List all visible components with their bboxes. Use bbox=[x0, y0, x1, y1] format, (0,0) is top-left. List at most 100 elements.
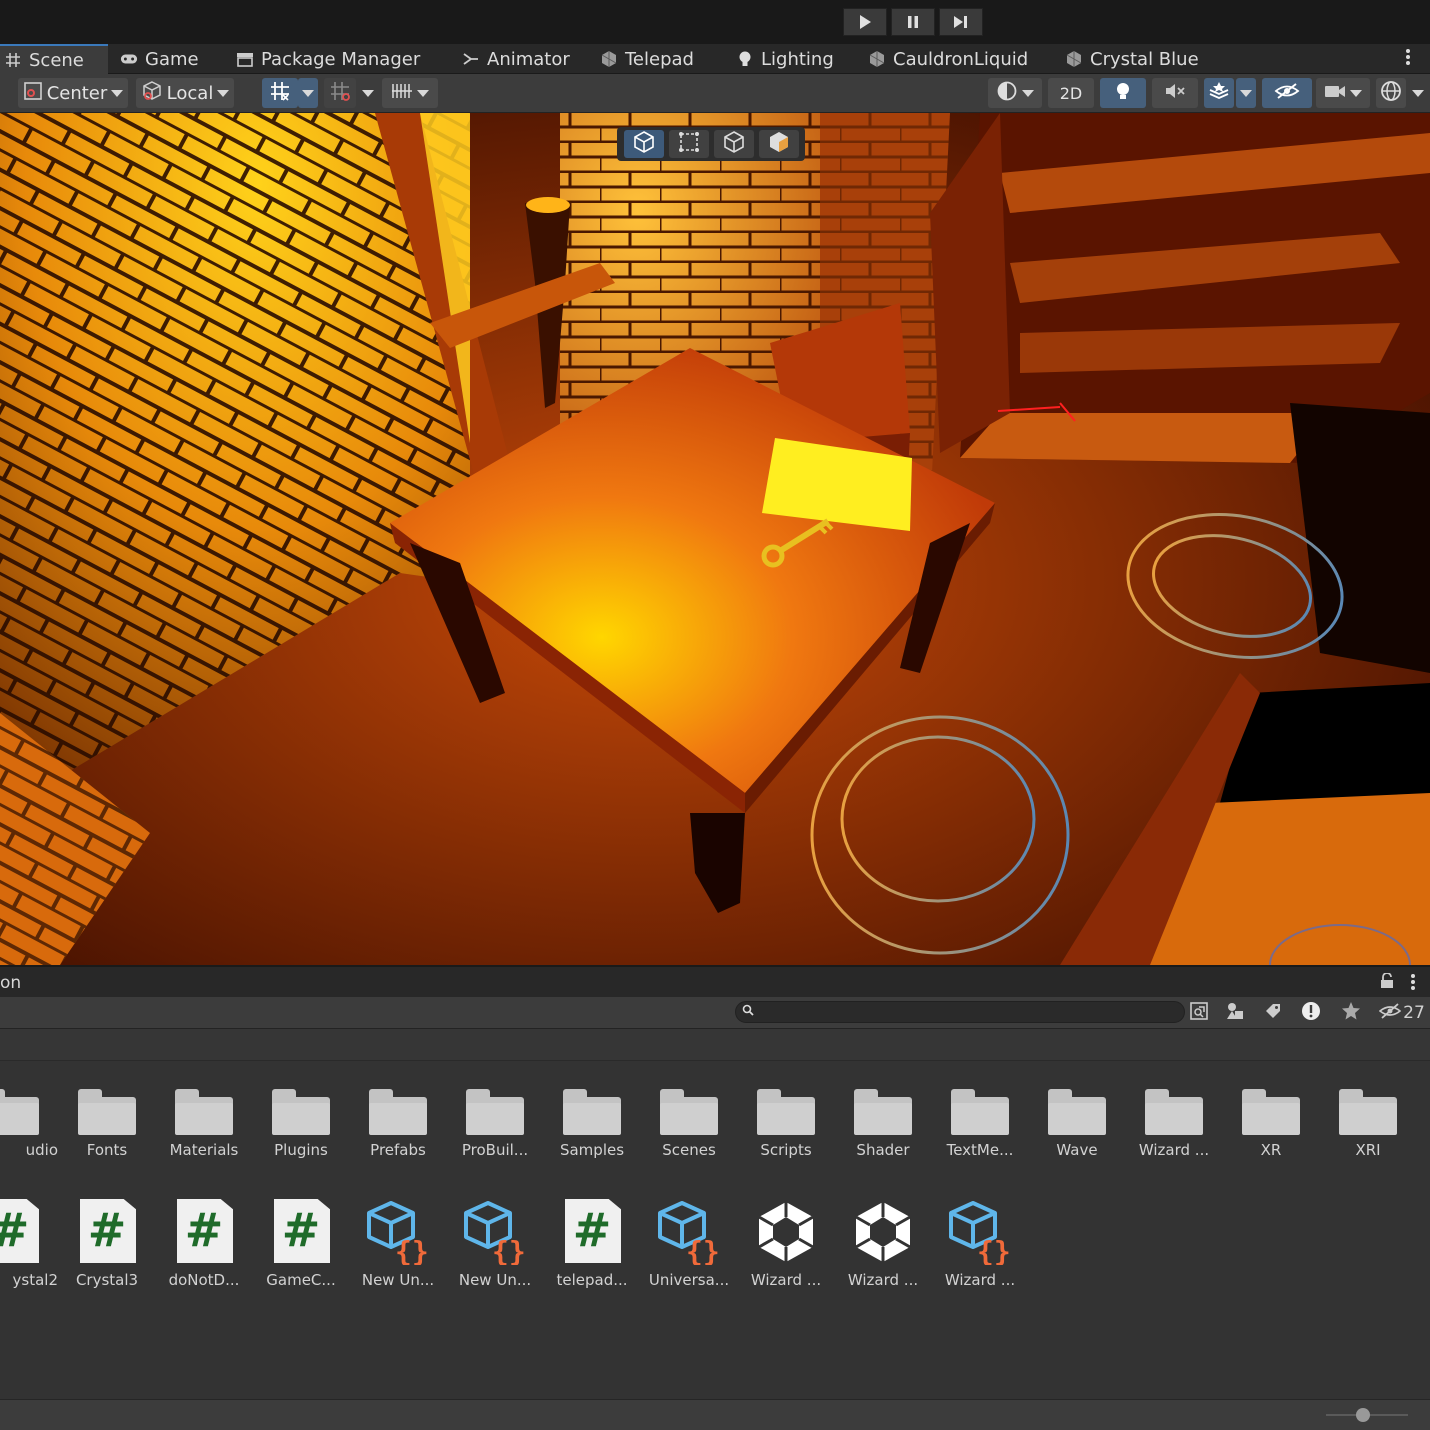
mode-2d-toggle[interactable]: 2D bbox=[1048, 78, 1094, 108]
asset-script[interactable]: # telepad... bbox=[544, 1199, 640, 1289]
search-input[interactable] bbox=[735, 1001, 1185, 1023]
kebab-icon[interactable] bbox=[1410, 973, 1416, 995]
asset-folder[interactable]: Shader bbox=[835, 1089, 931, 1159]
play-button[interactable] bbox=[843, 8, 887, 36]
tab-telepad[interactable]: Telepad bbox=[600, 44, 694, 74]
ruler-dropdown[interactable] bbox=[382, 78, 438, 108]
asset-folder[interactable]: Samples bbox=[544, 1089, 640, 1159]
asset-folder[interactable]: XR bbox=[1223, 1089, 1319, 1159]
effects-dropdown[interactable] bbox=[1236, 78, 1256, 108]
asset-folder[interactable]: TextMe... bbox=[932, 1089, 1028, 1159]
scene-visibility-toggle[interactable] bbox=[1262, 78, 1312, 108]
asset-label: Crystal3 bbox=[75, 1271, 139, 1289]
folder-icon bbox=[0, 1089, 39, 1135]
space-dropdown[interactable]: Local bbox=[136, 78, 234, 108]
filter-errors-button[interactable] bbox=[1294, 999, 1328, 1027]
increment-snap-toggle[interactable] bbox=[324, 78, 356, 108]
asset-folder[interactable]: XRI bbox=[1320, 1089, 1416, 1159]
step-button[interactable] bbox=[939, 8, 983, 36]
asset-label: Scenes bbox=[662, 1141, 716, 1159]
tab-label: Game bbox=[145, 48, 199, 70]
asset-script[interactable]: # ystal2 bbox=[0, 1199, 58, 1289]
asset-folder[interactable]: Fonts bbox=[59, 1089, 155, 1159]
chevron-down-icon bbox=[302, 89, 314, 97]
tab-label: Telepad bbox=[625, 48, 694, 70]
space-label: Local bbox=[166, 82, 214, 104]
tab-cauldron-liquid[interactable]: CauldronLiquid bbox=[868, 44, 1028, 74]
pause-icon bbox=[908, 16, 918, 28]
asset-folder[interactable]: Prefabs bbox=[350, 1089, 446, 1159]
filter-type-button[interactable] bbox=[1218, 999, 1252, 1027]
rect-tool-button[interactable] bbox=[668, 130, 709, 158]
transform-tool-button[interactable] bbox=[713, 130, 754, 158]
effects-toggle[interactable] bbox=[1204, 78, 1234, 108]
hidden-packages-toggle[interactable]: 27 bbox=[1376, 999, 1428, 1027]
asset-asmdef[interactable]: {} New Un... bbox=[350, 1199, 446, 1289]
asset-folder[interactable]: Scripts bbox=[738, 1089, 834, 1159]
pivot-dropdown[interactable]: Center bbox=[18, 78, 128, 108]
filter-label-button[interactable] bbox=[1256, 999, 1290, 1027]
svg-text:{}: {} bbox=[395, 1235, 429, 1265]
tab-game[interactable]: Game bbox=[120, 44, 199, 74]
audio-toggle[interactable] bbox=[1152, 78, 1198, 108]
scene-lighting-toggle[interactable] bbox=[1100, 78, 1146, 108]
asset-label: doNotD... bbox=[168, 1271, 240, 1289]
custom-tool-button[interactable] bbox=[758, 130, 799, 158]
asset-script[interactable]: # Crystal3 bbox=[59, 1199, 155, 1289]
csharp-script-icon: # bbox=[563, 1199, 621, 1265]
asset-unity-scene[interactable]: Wizard ... bbox=[738, 1199, 834, 1289]
folder-icon bbox=[854, 1089, 912, 1135]
animator-icon bbox=[462, 50, 480, 68]
camera-dropdown[interactable] bbox=[1316, 78, 1370, 108]
asset-folder[interactable]: Wizard ... bbox=[1126, 1089, 1222, 1159]
asset-folder[interactable]: Materials bbox=[156, 1089, 252, 1159]
grid-snap-dropdown[interactable] bbox=[298, 78, 318, 108]
asset-label: TextMe... bbox=[946, 1141, 1014, 1159]
project-window-header: on bbox=[0, 965, 1430, 997]
grid-snap-toggle[interactable] bbox=[262, 78, 298, 108]
scene-toolbar: Center Local 2D bbox=[0, 74, 1430, 113]
favorites-button[interactable] bbox=[1334, 999, 1368, 1027]
icon-size-slider-handle[interactable] bbox=[1356, 1408, 1370, 1422]
search-by-type-button[interactable] bbox=[1182, 999, 1216, 1027]
tab-package-manager[interactable]: Package Manager bbox=[236, 44, 420, 74]
asset-label: GameC... bbox=[266, 1271, 336, 1289]
bulb-icon bbox=[736, 50, 754, 68]
asset-folder[interactable]: Wave bbox=[1029, 1089, 1125, 1159]
tab-animator[interactable]: Animator bbox=[462, 44, 570, 74]
gizmos-toggle[interactable] bbox=[1376, 78, 1406, 108]
asset-asmdef[interactable]: {} New Un... bbox=[447, 1199, 543, 1289]
lock-icon[interactable] bbox=[1380, 972, 1394, 993]
asset-asmdef[interactable]: {} Universa... bbox=[641, 1199, 737, 1289]
asset-folder[interactable]: udio bbox=[0, 1089, 58, 1159]
rect-transform-icon bbox=[677, 130, 701, 158]
view-tool-button[interactable] bbox=[623, 130, 664, 158]
asset-script[interactable]: # GameC... bbox=[253, 1199, 349, 1289]
asset-asmdef[interactable]: {} Wizard ... bbox=[932, 1199, 1028, 1289]
draw-mode-dropdown[interactable] bbox=[988, 78, 1042, 108]
asset-script[interactable]: # doNotD... bbox=[156, 1199, 252, 1289]
folder-icon bbox=[1048, 1089, 1106, 1135]
tab-crystal-blue[interactable]: Crystal Blue bbox=[1065, 44, 1199, 74]
asset-folder[interactable]: Scenes bbox=[641, 1089, 737, 1159]
asset-folder[interactable]: ProBuil... bbox=[447, 1089, 543, 1159]
asset-label: New Un... bbox=[361, 1271, 435, 1289]
warning-icon bbox=[1301, 1001, 1321, 1026]
pause-button[interactable] bbox=[891, 8, 935, 36]
svg-text:{}: {} bbox=[686, 1235, 720, 1265]
folder-icon bbox=[369, 1089, 427, 1135]
gizmos-dropdown[interactable] bbox=[1408, 78, 1428, 108]
svg-text:{}: {} bbox=[977, 1235, 1011, 1265]
scene-viewport[interactable] bbox=[0, 113, 1430, 965]
tab-menu-button[interactable] bbox=[1405, 44, 1411, 74]
increment-snap-dropdown[interactable] bbox=[358, 78, 378, 108]
tab-lighting[interactable]: Lighting bbox=[736, 44, 834, 74]
assembly-definition-icon: {} bbox=[949, 1201, 1011, 1265]
asset-folder[interactable]: Plugins bbox=[253, 1089, 349, 1159]
tab-scene[interactable]: Scene bbox=[0, 44, 108, 74]
asset-unity-scene[interactable]: Wizard ... bbox=[835, 1199, 931, 1289]
asset-label: ystal2 bbox=[12, 1271, 58, 1289]
tab-label: Package Manager bbox=[261, 48, 421, 70]
project-status-bar bbox=[0, 1399, 1430, 1430]
asset-label: Wizard ... bbox=[1138, 1141, 1210, 1159]
